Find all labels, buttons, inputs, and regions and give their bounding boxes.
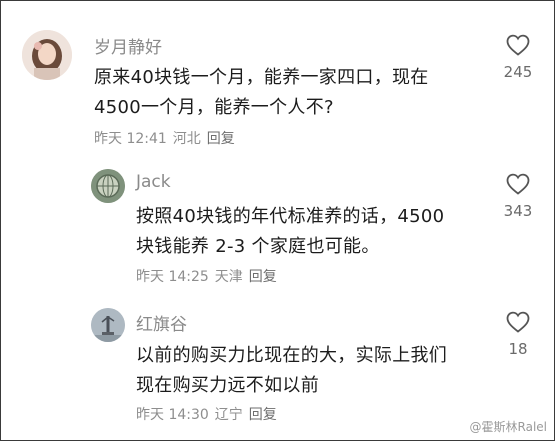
comment-text-line: 现在购买力远不如以前 xyxy=(136,375,319,396)
location: 辽宁 xyxy=(214,407,243,423)
heart-icon xyxy=(506,173,530,195)
comment-meta: 昨天 14:30 辽宁 回复 xyxy=(136,404,283,424)
comment-meta: 昨天 14:25 天津 回复 xyxy=(136,266,283,286)
comment-text-line: 以前的购买力比现在的大，实际上我们 xyxy=(136,345,448,366)
username[interactable]: Jack xyxy=(136,172,171,192)
like-count: 245 xyxy=(503,63,533,81)
avatar-woman-portrait-icon[interactable] xyxy=(22,30,72,80)
heart-icon xyxy=(506,311,530,333)
heart-icon xyxy=(506,34,530,56)
like-count: 18 xyxy=(508,340,528,358)
comment-text-line: 原来40块钱一个月，能养一家四口，现在 xyxy=(94,67,429,88)
reply-button[interactable]: 回复 xyxy=(207,131,235,147)
comment-text-line: 按照40块钱的年代标准养的话，4500 xyxy=(136,206,445,227)
timestamp: 昨天 12:41 xyxy=(94,131,167,147)
timestamp: 昨天 14:30 xyxy=(136,407,209,423)
avatar-statue-icon[interactable] xyxy=(91,308,125,342)
like-button[interactable]: 245 xyxy=(498,33,538,81)
location: 天津 xyxy=(214,269,243,285)
username[interactable]: 岁月静好 xyxy=(94,33,162,58)
like-count: 343 xyxy=(503,202,533,220)
comment-text-line: 块钱能养 2-3 个家庭也可能。 xyxy=(136,236,380,257)
comment-text-line: 4500一个月，能养一个人不? xyxy=(94,97,334,118)
reply-button[interactable]: 回复 xyxy=(249,407,277,423)
username[interactable]: 红旗谷 xyxy=(136,310,187,335)
watermark: @霍斯林Ralel xyxy=(469,420,547,434)
comment-meta: 昨天 12:41 河北 回复 xyxy=(94,128,241,148)
like-button[interactable]: 343 xyxy=(498,172,538,220)
like-button[interactable]: 18 xyxy=(498,310,538,358)
location: 河北 xyxy=(172,131,201,147)
avatar-globe-icon[interactable] xyxy=(91,169,125,203)
reply-button[interactable]: 回复 xyxy=(249,269,277,285)
timestamp: 昨天 14:25 xyxy=(136,269,209,285)
